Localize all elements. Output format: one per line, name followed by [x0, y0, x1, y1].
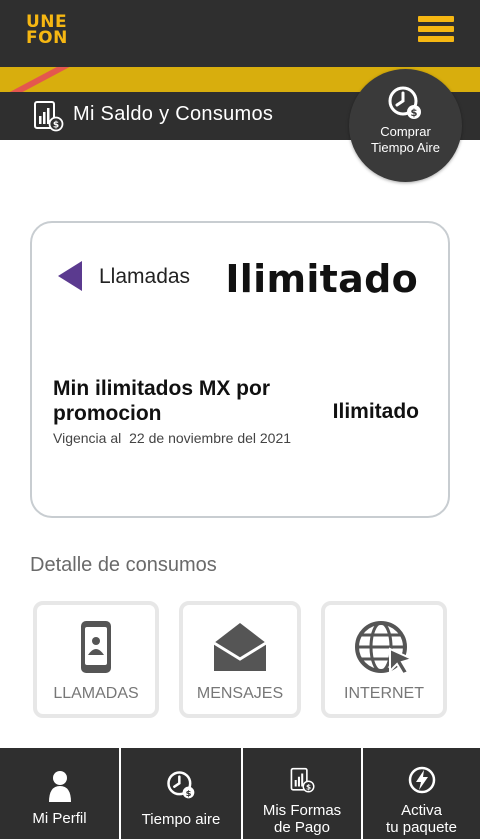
nav-activa-paquete-label: Activa tu paquete	[363, 802, 480, 836]
buy-airtime-button[interactable]: $ Comprar Tiempo Aire	[349, 69, 462, 182]
svg-text:$: $	[411, 108, 418, 119]
top-header: UNE FON	[0, 0, 480, 67]
nav-formas-pago-label: Mis Formas de Pago	[243, 802, 361, 836]
svg-text:$: $	[306, 782, 311, 791]
bottom-navigation: Mi Perfil $ Tiempo aire $ Mis Formas de …	[0, 748, 480, 839]
svg-text:$: $	[186, 788, 192, 798]
clock-money-icon: $	[388, 86, 421, 119]
balance-card: Llamadas Ilimitado Min ilimitados MX por…	[30, 221, 450, 518]
nav-tiempo-aire-label: Tiempo aire	[141, 811, 221, 828]
envelope-icon	[213, 623, 267, 671]
clock-money-icon: $	[167, 771, 195, 799]
lightning-icon	[408, 766, 435, 794]
nav-mi-perfil-label: Mi Perfil	[32, 810, 87, 827]
nav-activa-paquete[interactable]: Activa tu paquete	[361, 748, 480, 839]
nav-activa-paquete-line-1: Activa	[401, 802, 442, 819]
card-status: Ilimitado	[225, 257, 418, 301]
detail-title: Detalle de consumos	[30, 554, 217, 576]
svg-text:$: $	[53, 121, 59, 131]
validity-date: 22 de noviembre del 2021	[129, 430, 292, 446]
promo-value: Ilimitado	[332, 400, 419, 423]
tile-llamadas-label: LLAMADAS	[53, 685, 139, 702]
tile-llamadas[interactable]: LLAMADAS	[33, 601, 159, 718]
tile-internet[interactable]: INTERNET	[321, 601, 447, 718]
payment-chart-icon: $	[290, 767, 315, 793]
nav-formas-pago[interactable]: $ Mis Formas de Pago	[241, 748, 361, 839]
promo-validity: Vigencia al 22 de noviembre del 2021	[53, 430, 295, 446]
promo-name: Min ilimitados MX por promocion	[53, 377, 271, 425]
section-title: Mi Saldo y Consumos	[73, 103, 274, 125]
tile-internet-label: INTERNET	[344, 685, 424, 702]
nav-mi-perfil[interactable]: Mi Perfil	[0, 748, 119, 839]
back-arrow-icon[interactable]	[56, 261, 84, 291]
card-category: Llamadas	[99, 265, 191, 288]
unefon-logo[interactable]: UNE FON	[26, 14, 70, 48]
tile-mensajes[interactable]: MENSAJES	[179, 601, 301, 718]
nav-formas-pago-line-1: Mis Formas	[262, 802, 342, 819]
saldo-chart-icon: $	[34, 101, 64, 132]
logo-line-2: FON	[26, 28, 68, 48]
buy-airtime-line-1: Comprar	[380, 124, 431, 139]
buy-airtime-label: Comprar Tiempo Aire	[349, 124, 462, 156]
nav-formas-pago-line-2: de Pago	[274, 819, 330, 836]
user-icon	[48, 771, 71, 802]
validity-label: Vigencia al	[53, 430, 122, 446]
nav-activa-paquete-line-2: tu paquete	[386, 819, 457, 836]
brand-stripe-accent	[0, 67, 77, 92]
globe-icon	[355, 621, 414, 675]
hamburger-menu-icon[interactable]	[418, 16, 454, 44]
tile-mensajes-label: MENSAJES	[196, 685, 284, 702]
phone-icon	[81, 621, 111, 673]
buy-airtime-line-2: Tiempo Aire	[371, 140, 440, 155]
nav-tiempo-aire[interactable]: $ Tiempo aire	[119, 748, 241, 839]
